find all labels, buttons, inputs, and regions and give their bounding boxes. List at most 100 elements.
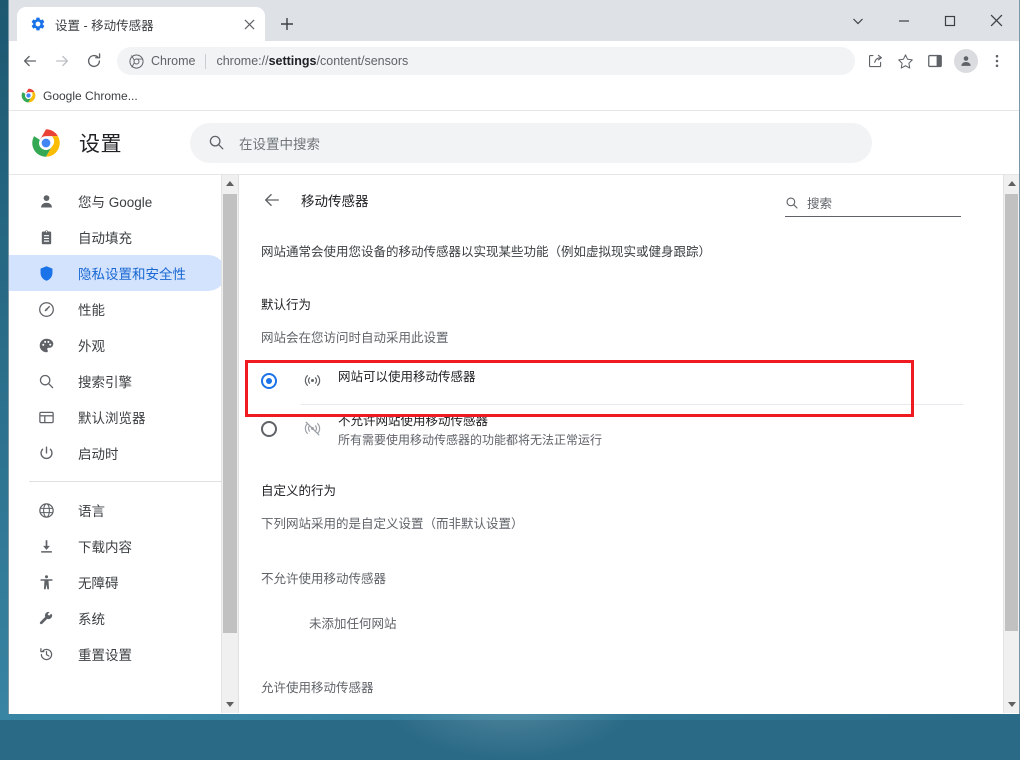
sidebar-item-label: 默认浏览器 <box>78 407 146 427</box>
sidebar-item-accessibility[interactable]: 无障碍 <box>9 564 226 600</box>
share-icon[interactable] <box>861 47 889 75</box>
sensors-description: 网站通常会使用您设备的移动传感器以实现某些功能（例如虚拟现实或健身跟踪） <box>261 243 1003 262</box>
close-icon[interactable] <box>239 14 259 34</box>
maximize-button[interactable] <box>927 0 973 41</box>
sidebar-item-privacy-and-security[interactable]: 隐私设置和安全性 <box>9 255 226 291</box>
omnibox-separator <box>205 54 206 69</box>
sidebar-item-label: 启动时 <box>78 443 119 463</box>
sidebar-item-default-browser[interactable]: 默认浏览器 <box>9 399 226 435</box>
scrollbar-thumb[interactable] <box>1005 194 1018 631</box>
sidebar-item-label: 自动填充 <box>78 227 132 247</box>
omnibox-url: chrome://settings/content/sensors <box>216 54 408 68</box>
tab-search-button[interactable] <box>835 0 881 41</box>
bookmarks-bar: Google Chrome... <box>9 81 1019 111</box>
gear-icon <box>30 16 46 32</box>
browser-window-icon <box>36 407 56 427</box>
settings-sidebar: 您与 Google 自动填充 隐私设置和安全性 性能 <box>9 175 238 713</box>
chrome-chip-label: Chrome <box>151 54 195 68</box>
subpage-search-box[interactable]: 搜索 <box>785 193 961 217</box>
custom-behavior-sub: 下列网站采用的是自定义设置（而非默认设置） <box>261 513 1003 532</box>
tab-title: 设置 - 移动传感器 <box>55 15 230 34</box>
sidebar-item-label: 系统 <box>78 608 105 628</box>
shield-icon <box>36 263 56 283</box>
scroll-down-button[interactable] <box>1004 696 1019 713</box>
sidebar-item-on-startup[interactable]: 启动时 <box>9 435 226 471</box>
radio-option-allow[interactable]: 网站可以使用移动传感器 <box>239 360 1003 404</box>
sidebar-item-appearance[interactable]: 外观 <box>9 327 226 363</box>
browser-toolbar: Chrome chrome://settings/content/sensors <box>9 41 1019 81</box>
person-icon <box>36 191 56 211</box>
content-scrollbar[interactable] <box>1003 175 1019 713</box>
radio-button[interactable] <box>261 373 277 389</box>
forward-button[interactable] <box>47 46 77 76</box>
radio-option-texts: 网站可以使用移动传感器 <box>338 360 476 387</box>
sidebar-item-system[interactable]: 系统 <box>9 600 226 636</box>
sidebar-item-languages[interactable]: 语言 <box>9 492 226 528</box>
avatar[interactable] <box>954 49 978 73</box>
search-icon <box>36 371 56 391</box>
default-behavior-radio-group: 网站可以使用移动传感器 <box>239 360 1003 450</box>
minimize-button[interactable] <box>881 0 927 41</box>
back-button[interactable] <box>15 46 45 76</box>
sidebar-item-label: 重置设置 <box>78 644 132 664</box>
sidebar-item-downloads[interactable]: 下载内容 <box>9 528 226 564</box>
settings-search-input[interactable]: 在设置中搜索 <box>239 133 320 153</box>
default-behavior-sub: 网站会在您访问时自动采用此设置 <box>261 327 1003 346</box>
radio-option-label: 不允许网站使用移动传感器 <box>338 412 602 431</box>
chrome-icon <box>129 54 144 69</box>
close-window-button[interactable] <box>973 0 1019 41</box>
bookmark-item-label[interactable]: Google Chrome... <box>43 89 138 103</box>
new-tab-button[interactable] <box>273 10 301 38</box>
sidebar-item-you-and-google[interactable]: 您与 Google <box>9 183 226 219</box>
sidebar-scrollbar[interactable] <box>221 175 238 713</box>
page-title: 设置 <box>79 128 122 158</box>
radio-option-sublabel: 所有需要使用移动传感器的功能都将无法正常运行 <box>338 431 602 450</box>
back-arrow-icon[interactable] <box>261 189 283 211</box>
clipboard-icon <box>36 227 56 247</box>
scroll-up-button[interactable] <box>222 175 238 192</box>
settings-body: 您与 Google 自动填充 隐私设置和安全性 性能 <box>9 175 1019 713</box>
default-behavior-heading: 默认行为 <box>261 294 1003 313</box>
scrollbar-thumb[interactable] <box>223 194 237 633</box>
history-restore-icon <box>36 644 56 664</box>
subpage-search-input[interactable]: 搜索 <box>807 193 832 212</box>
settings-search-box[interactable]: 在设置中搜索 <box>190 123 872 163</box>
three-dot-menu-icon[interactable] <box>983 47 1011 75</box>
window-controls <box>835 0 1019 41</box>
browser-tab[interactable]: 设置 - 移动传感器 <box>17 7 265 41</box>
sidebar-divider <box>29 481 238 482</box>
tab-strip: 设置 - 移动传感器 <box>9 0 1019 41</box>
sidebar-item-performance[interactable]: 性能 <box>9 291 226 327</box>
chrome-logo-icon <box>21 88 36 103</box>
accessibility-icon <box>36 572 56 592</box>
download-icon <box>36 536 56 556</box>
radio-option-block[interactable]: 不允许网站使用移动传感器 所有需要使用移动传感器的功能都将无法正常运行 <box>239 405 1003 450</box>
sidebar-item-label: 语言 <box>78 500 105 520</box>
chrome-logo-icon <box>31 128 61 158</box>
sidebar-item-label: 您与 Google <box>78 191 152 211</box>
scroll-down-button[interactable] <box>222 696 238 713</box>
sensor-on-icon <box>302 371 322 391</box>
sidebar-item-reset-settings[interactable]: 重置设置 <box>9 636 226 672</box>
address-bar[interactable]: Chrome chrome://settings/content/sensors <box>117 47 855 75</box>
scroll-up-button[interactable] <box>1004 175 1019 192</box>
star-icon[interactable] <box>891 47 919 75</box>
chrome-chip: Chrome <box>129 54 195 69</box>
palette-icon <box>36 335 56 355</box>
blocked-list-empty: 未添加任何网站 <box>309 613 1003 632</box>
reload-button[interactable] <box>79 46 109 76</box>
sidebar-item-autofill[interactable]: 自动填充 <box>9 219 226 255</box>
side-panel-icon[interactable] <box>921 47 949 75</box>
search-icon <box>208 134 225 151</box>
settings-header: 设置 在设置中搜索 <box>9 111 1019 175</box>
sidebar-item-label: 隐私设置和安全性 <box>78 263 186 283</box>
blocked-list-heading: 不允许使用移动传感器 <box>261 568 1003 587</box>
sensor-off-icon <box>302 419 322 439</box>
globe-icon <box>36 500 56 520</box>
sidebar-item-search-engine[interactable]: 搜索引擎 <box>9 363 226 399</box>
custom-behavior-heading: 自定义的行为 <box>261 480 1003 499</box>
search-icon <box>785 196 799 210</box>
radio-button[interactable] <box>261 421 277 437</box>
browser-window: 设置 - 移动传感器 <box>8 0 1020 714</box>
speedometer-icon <box>36 299 56 319</box>
